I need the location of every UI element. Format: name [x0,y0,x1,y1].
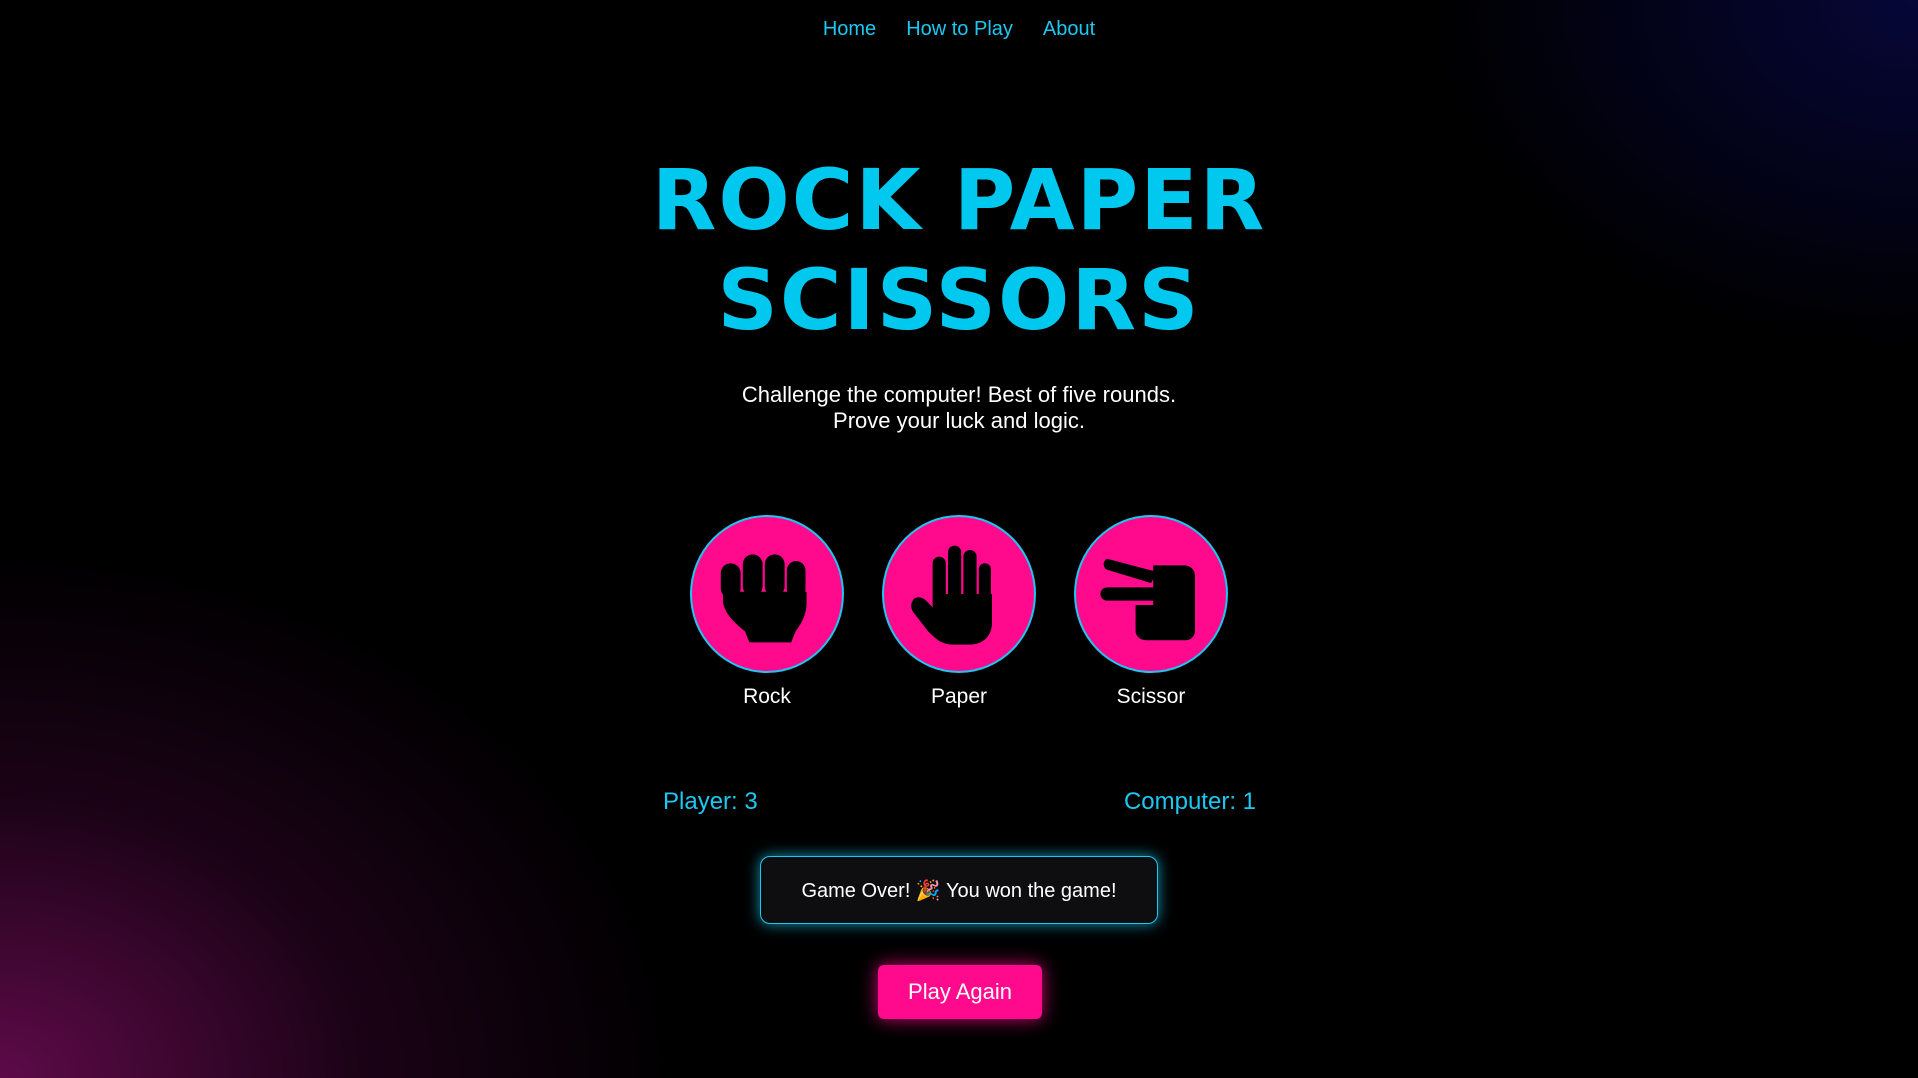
scissor-choice-circle[interactable] [1074,515,1228,673]
computer-score: Computer: 1 [1123,788,1256,815]
result-message: Game Over! 🎉 You won the game! [801,879,1117,902]
page-title-line1: ROCK PAPER [651,151,1267,249]
play-again-button[interactable]: Play Again [878,965,1042,1019]
paper-choice-label: Paper [930,685,988,708]
scissor-choice-label: Scissor [1116,685,1186,708]
nav-home-link[interactable]: Home [823,18,876,41]
rock-choice-button[interactable]: Rock [690,515,844,709]
player-score: Player: 3 [663,788,758,815]
subtitle-line1: Challenge the computer! Best of five rou… [741,382,1177,407]
paper-choice-circle[interactable] [882,515,1036,673]
rock-choice-circle[interactable] [690,515,844,673]
scissor-choice-button[interactable]: Scissor [1074,515,1228,709]
page-title-line2: SCISSORS [717,251,1201,349]
choice-buttons: Rock Paper Scissor [0,515,1918,709]
result-message-box: Game Over! 🎉 You won the game! [760,856,1158,924]
nav-about-link[interactable]: About [1043,18,1095,41]
page-title: ROCK PAPER SCISSORS [0,150,1918,350]
open-hand-icon [911,545,992,645]
peace-hand-icon [1100,558,1195,641]
paper-choice-button[interactable]: Paper [882,515,1036,709]
page-subtitle: Challenge the computer! Best of five rou… [0,382,1918,434]
nav-how-to-play-link[interactable]: How to Play [906,18,1013,41]
top-nav: Home How to Play About [0,18,1918,41]
subtitle-line2: Prove your luck and logic. [833,408,1085,433]
rock-choice-label: Rock [743,685,791,708]
fist-icon [720,554,807,643]
